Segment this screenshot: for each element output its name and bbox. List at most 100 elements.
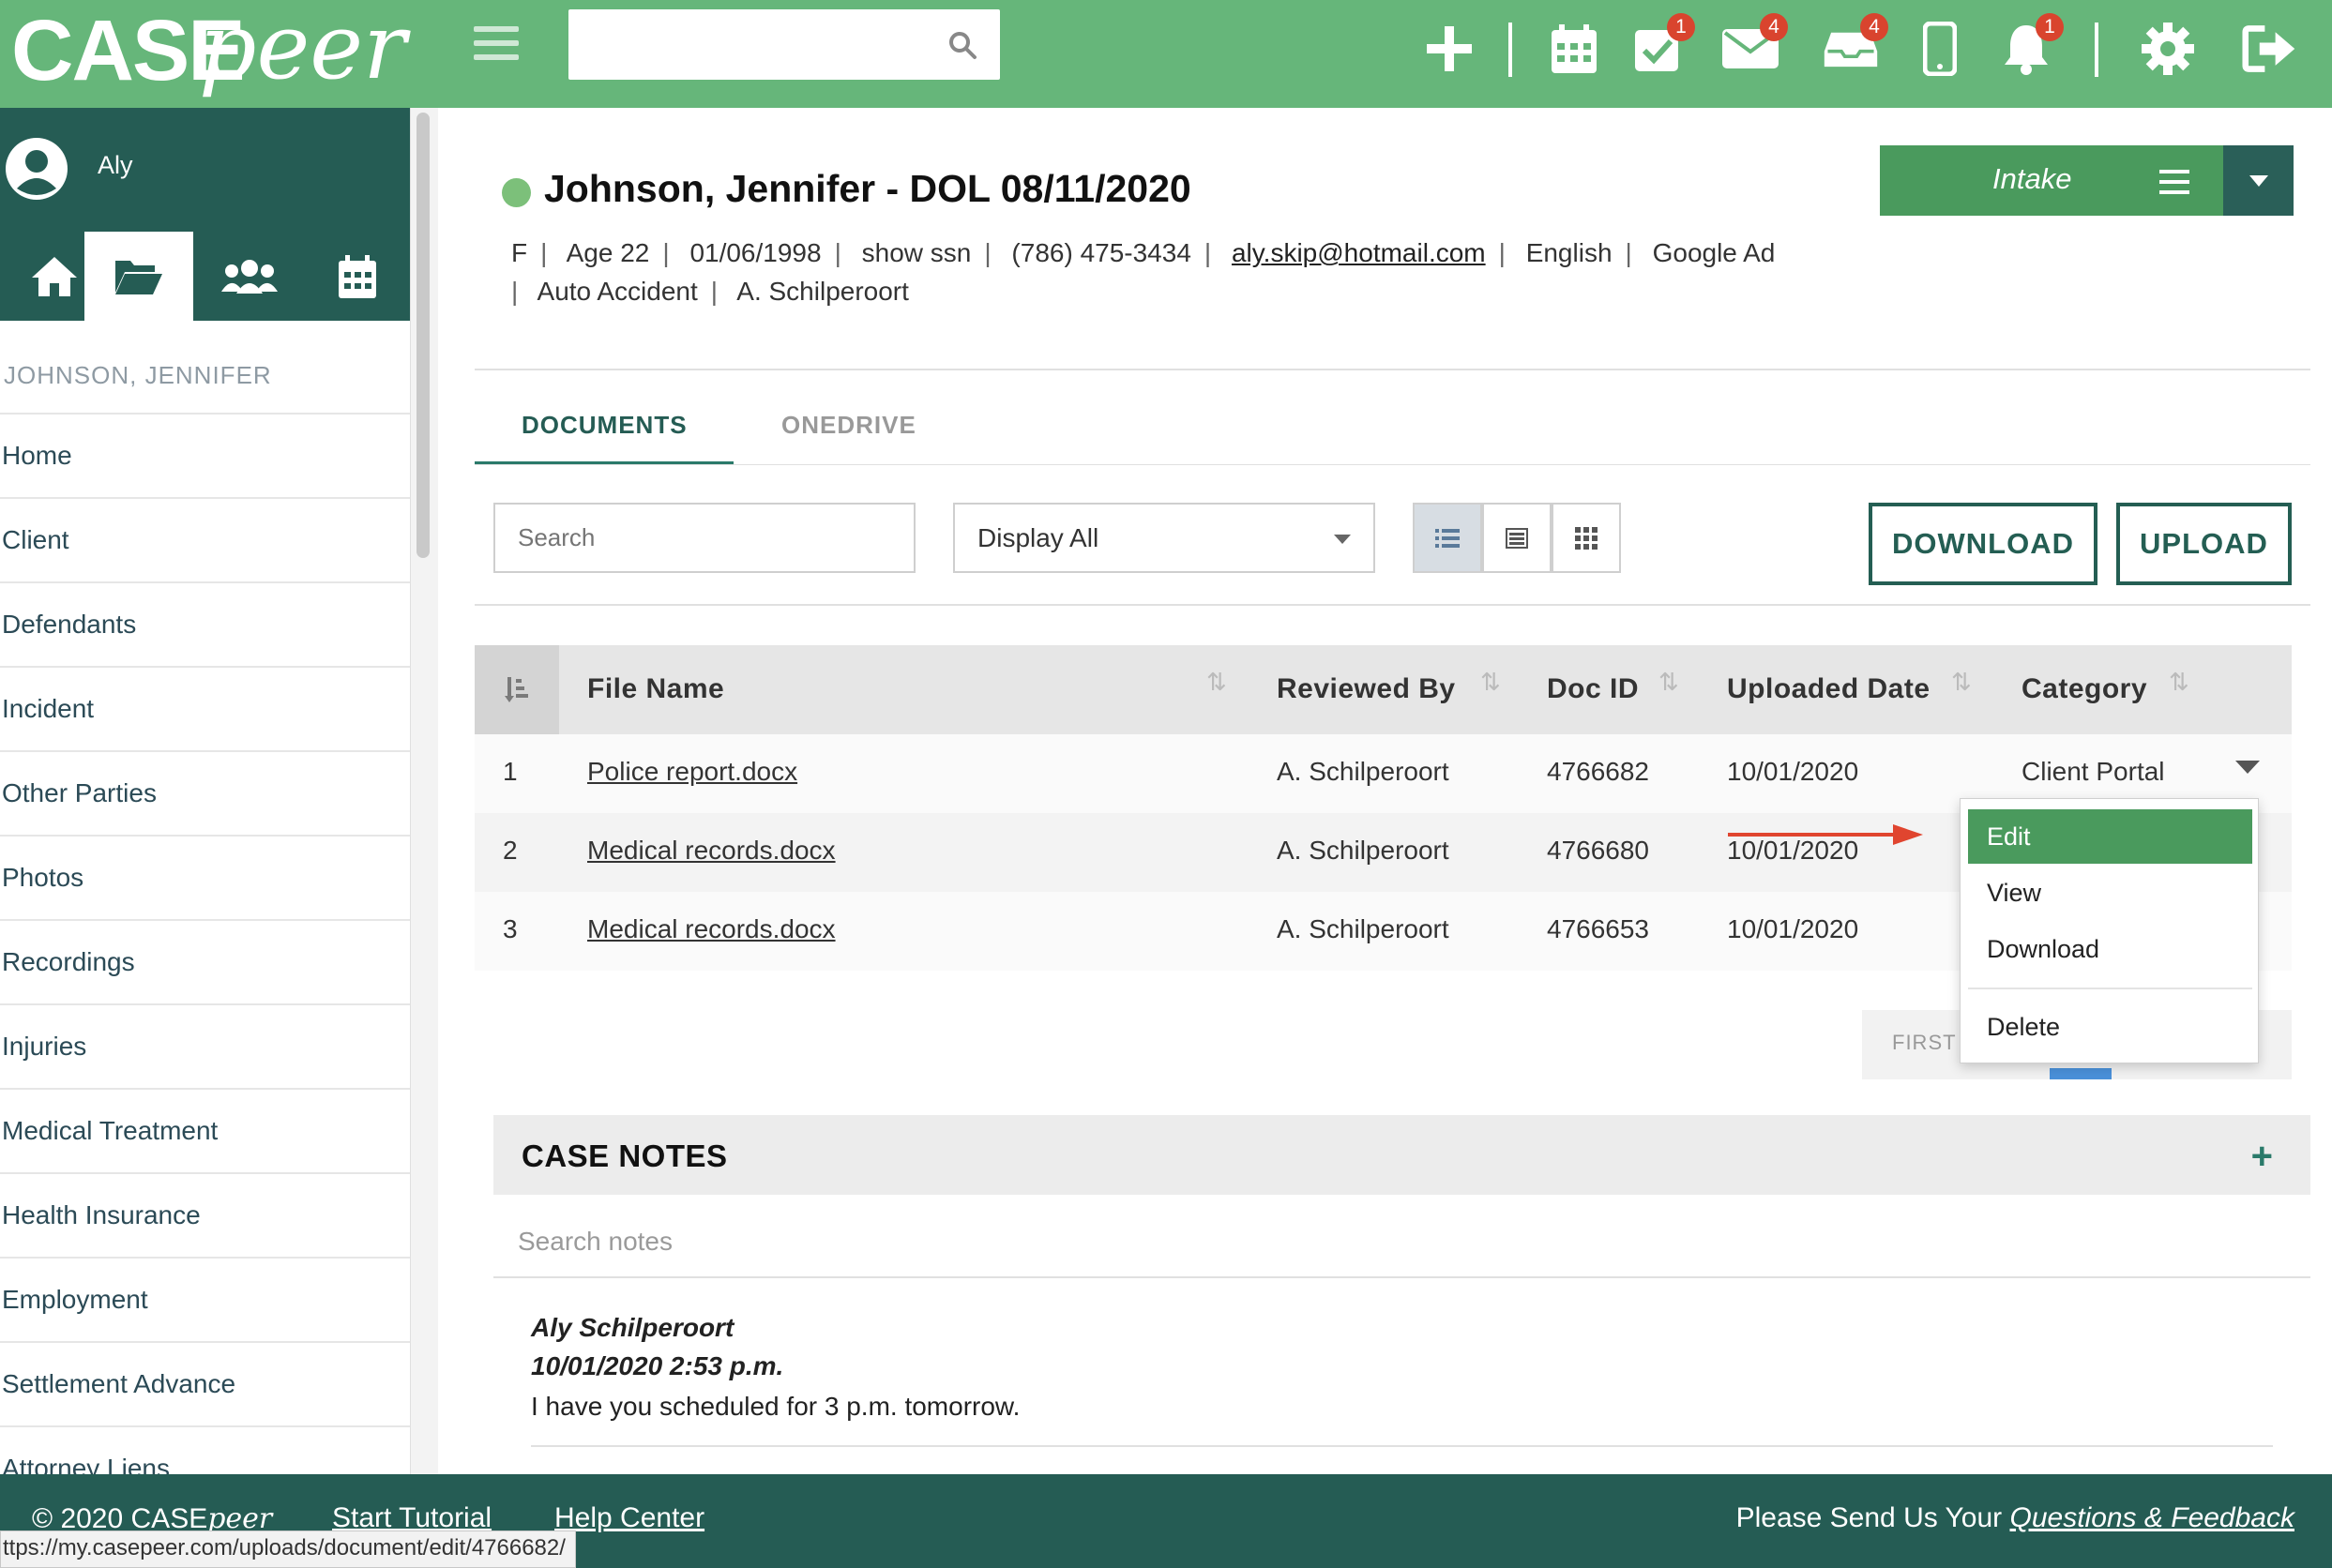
language: English (1525, 238, 1613, 267)
sidebar-item-photos[interactable]: Photos (0, 835, 410, 919)
logo-peer-text: peer (199, 0, 406, 99)
download-button[interactable]: DOWNLOAD (1869, 503, 2097, 585)
sidebar-item-home[interactable]: Home (0, 413, 410, 497)
calendar-icon[interactable] (1546, 21, 1602, 77)
uploaded-date-cell: 10/01/2020 (1727, 757, 1859, 786)
show-ssn-link[interactable]: show ssn (862, 238, 972, 267)
display-filter-value: Display All (977, 522, 1099, 552)
sidebar-scrollbar-thumb[interactable] (416, 113, 430, 558)
sort-icon[interactable]: ⇅ (1658, 668, 1679, 697)
reviewed-by-cell: A. Schilperoort (1277, 914, 1449, 943)
sort-icon[interactable]: ⇅ (2169, 668, 2189, 697)
notifications-badge: 1 (2036, 13, 2064, 41)
sidebar-item-health-insurance[interactable]: Health Insurance (0, 1172, 410, 1257)
note-timestamp: 10/01/2020 2:53 p.m. (531, 1351, 784, 1380)
menu-item-edit[interactable]: Edit (1968, 809, 2252, 864)
toolbar-divider (2095, 23, 2098, 77)
phone: (786) 475-3434 (1011, 238, 1191, 267)
assigned-attorney: A. Schilperoort (736, 277, 909, 306)
inbox-icon[interactable]: 4 (1823, 13, 1888, 77)
column-header-file-name[interactable]: File Name (587, 673, 724, 705)
intake-dropdown-toggle[interactable] (2223, 145, 2294, 216)
note-author: Aly Schilperoort (531, 1313, 734, 1342)
avatar-icon[interactable] (4, 136, 69, 206)
row-sort-button[interactable] (475, 645, 559, 734)
list-icon (2159, 170, 2189, 194)
pagination-current-page[interactable] (2050, 1068, 2112, 1079)
tab-divider (475, 464, 2310, 465)
tab-onedrive[interactable]: ONEDRIVE (781, 411, 916, 440)
gear-icon[interactable] (2140, 21, 2196, 77)
row-actions-menu: Edit View Download Delete (1960, 798, 2259, 1063)
detail-view-button[interactable] (1482, 503, 1552, 573)
file-name-link[interactable]: Medical records.docx (587, 836, 836, 865)
sidebar-tab-contacts[interactable] (195, 232, 304, 321)
column-header-doc-id[interactable]: Doc ID (1547, 673, 1639, 705)
global-search-input[interactable] (568, 9, 1000, 80)
case-type: Auto Accident (537, 277, 698, 306)
user-name[interactable]: Aly (98, 151, 133, 180)
notes-search-input[interactable]: Search notes (518, 1227, 673, 1257)
column-header-category[interactable]: Category (2022, 673, 2147, 705)
sidebar-item-client[interactable]: Client (0, 497, 410, 581)
inbox-badge: 4 (1860, 13, 1888, 41)
reviewed-by-cell: A. Schilperoort (1277, 757, 1449, 786)
sidebar-item-settlement-advance[interactable]: Settlement Advance (0, 1341, 410, 1425)
browser-status-url: ttps://my.casepeer.com/uploads/document/… (0, 1530, 576, 1568)
intake-status-button[interactable]: Intake (1880, 145, 2294, 216)
pagination-first-button[interactable]: FIRST (1892, 1031, 1957, 1055)
display-filter-select[interactable]: Display All (953, 503, 1375, 573)
uploaded-date-cell: 10/01/2020 (1727, 914, 1859, 943)
toolbar-divider (475, 604, 2310, 606)
reviewed-by-cell: A. Schilperoort (1277, 836, 1449, 865)
add-icon[interactable] (1421, 21, 1477, 77)
start-tutorial-link[interactable]: Start Tutorial (332, 1502, 492, 1534)
gender: F (511, 238, 528, 267)
email-link[interactable]: aly.skip@hotmail.com (1232, 238, 1486, 267)
users-icon (221, 259, 278, 294)
row-actions-caret-icon[interactable] (2235, 761, 2260, 774)
chevron-down-icon (2249, 174, 2268, 187)
tab-documents[interactable]: DOCUMENTS (522, 411, 688, 440)
list-view-button[interactable] (1413, 503, 1482, 573)
sidebar-item-medical-treatment[interactable]: Medical Treatment (0, 1088, 410, 1172)
column-header-reviewed-by[interactable]: Reviewed By (1277, 673, 1456, 705)
sidebar-item-other-parties[interactable]: Other Parties (0, 750, 410, 835)
sidebar-item-recordings[interactable]: Recordings (0, 919, 410, 1003)
sidebar-tab-cases[interactable] (84, 232, 193, 321)
sidebar-item-defendants[interactable]: Defendants (0, 581, 410, 666)
file-name-link[interactable]: Police report.docx (587, 757, 797, 786)
row-number: 3 (503, 914, 518, 943)
doc-id-cell: 4766680 (1547, 836, 1650, 865)
help-center-link[interactable]: Help Center (554, 1502, 704, 1534)
category-cell: Client Portal (2022, 757, 2165, 786)
sort-icon[interactable]: ⇅ (1480, 668, 1501, 697)
menu-toggle-icon[interactable] (474, 26, 519, 71)
tasks-icon[interactable]: 1 (1629, 13, 1695, 77)
sidebar-item-incident[interactable]: Incident (0, 666, 410, 750)
menu-item-view[interactable]: View (1968, 866, 2252, 920)
toolbar-divider (1508, 23, 1512, 77)
upload-button[interactable]: UPLOAD (2116, 503, 2292, 585)
document-search-input[interactable] (493, 503, 916, 573)
grid-view-button[interactable] (1552, 503, 1621, 573)
mail-icon[interactable]: 4 (1722, 13, 1788, 77)
sort-icon[interactable]: ⇅ (1951, 668, 1972, 697)
questions-feedback-link[interactable]: Questions & Feedback (2009, 1502, 2294, 1533)
sidebar-item-injuries[interactable]: Injuries (0, 1003, 410, 1088)
logout-icon[interactable] (2242, 21, 2298, 77)
sidebar-item-employment[interactable]: Employment (0, 1257, 410, 1341)
header-divider (475, 369, 2310, 370)
sort-icon[interactable]: ⇅ (1206, 668, 1227, 697)
mobile-icon[interactable] (1912, 21, 1968, 77)
file-name-link[interactable]: Medical records.docx (587, 914, 836, 943)
sidebar-tab-calendar[interactable] (303, 232, 412, 321)
top-navbar: CASE peer 1 4 4 1 (0, 0, 2332, 108)
column-header-uploaded-date[interactable]: Uploaded Date (1727, 673, 1931, 705)
bell-icon[interactable]: 1 (1998, 13, 2064, 77)
menu-item-delete[interactable]: Delete (1968, 1000, 2252, 1054)
add-note-icon[interactable]: + (2251, 1136, 2273, 1178)
doc-id-cell: 4766682 (1547, 757, 1650, 786)
menu-divider (1968, 988, 2252, 989)
menu-item-download[interactable]: Download (1968, 922, 2252, 976)
